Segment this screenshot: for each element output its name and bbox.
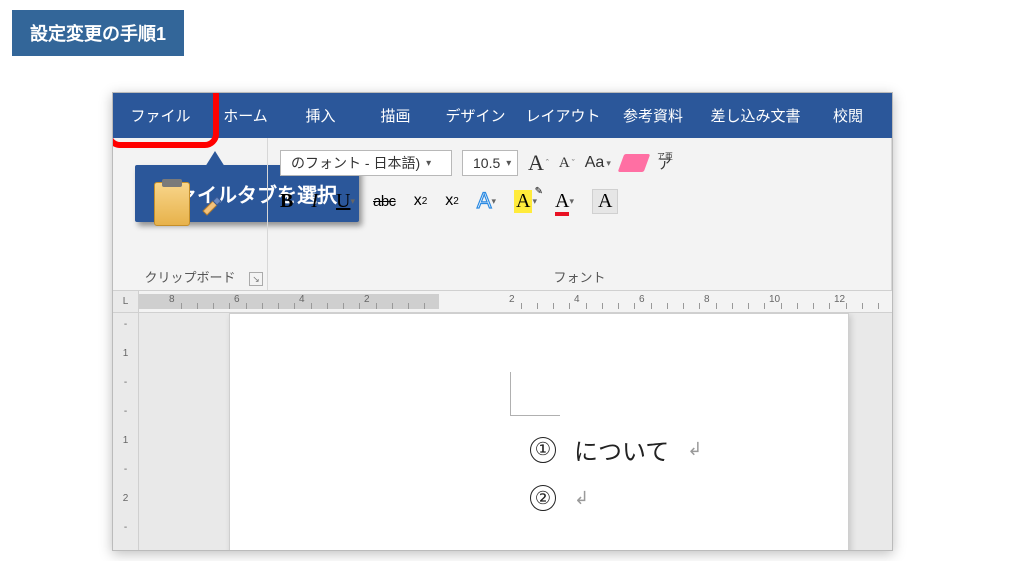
vruler-mark: 2	[123, 493, 129, 504]
clipboard-group-label: クリップボード	[121, 264, 259, 288]
tab-file[interactable]: ファイル	[113, 93, 208, 138]
horizontal-ruler[interactable]: L 8 6 4 2 2 4 6 8 10 12	[113, 291, 892, 313]
ruler-number: 2	[364, 294, 370, 305]
eraser-icon	[618, 154, 651, 172]
ruler-number: 8	[169, 294, 175, 305]
change-case-button[interactable]: Aa▾	[585, 154, 611, 172]
chevron-down-icon: ▾	[426, 158, 431, 169]
list-number-1: ①	[530, 437, 556, 463]
chevron-down-icon: ▾	[506, 158, 511, 169]
tab-mailings[interactable]: 差し込み文書	[698, 93, 813, 138]
font-color-button[interactable]: A▾	[555, 190, 574, 213]
vertical-ruler[interactable]: - 1 - - 1 - 2 -	[113, 313, 139, 550]
ruler-number: 8	[704, 294, 710, 305]
paste-icon[interactable]	[154, 182, 190, 226]
ruler-number: 4	[299, 294, 305, 305]
chevron-down-icon: ▾	[350, 196, 355, 207]
doc-text-1: について	[574, 432, 669, 467]
chevron-down-icon: ▾	[532, 196, 537, 207]
ribbon: クリップボード ↘ のフォント - 日本語) ▾ 10.5 ▾ Aˆ Aˇ Aa…	[113, 138, 892, 291]
subscript-button[interactable]: x2	[414, 192, 428, 210]
clipboard-dialog-launcher[interactable]: ↘	[249, 272, 263, 286]
page[interactable]: ① について ↲ ② ↲	[229, 313, 849, 550]
tab-references[interactable]: 参考資料	[608, 93, 698, 138]
ribbon-group-clipboard: クリップボード ↘	[113, 138, 268, 290]
clear-formatting-button[interactable]	[621, 154, 647, 172]
font-size-combo[interactable]: 10.5 ▾	[462, 150, 518, 176]
tab-insert[interactable]: 挿入	[283, 93, 358, 138]
format-painter-icon[interactable]	[198, 190, 226, 218]
ruler-number: 4	[574, 294, 580, 305]
font-group-label: フォント	[276, 264, 883, 288]
chevron-down-icon: ▾	[569, 196, 574, 207]
ruler-number: 6	[234, 294, 240, 305]
underline-button[interactable]: U▾	[336, 190, 355, 213]
bold-button[interactable]: B	[280, 190, 293, 213]
superscript-button[interactable]: x2	[445, 192, 459, 210]
phonetic-guide-button[interactable]: ア亜 ア	[657, 153, 673, 173]
tab-home[interactable]: ホーム	[208, 93, 283, 138]
italic-button[interactable]: I	[311, 190, 318, 213]
tab-layout[interactable]: レイアウト	[518, 93, 608, 138]
tab-review[interactable]: 校閲	[813, 93, 883, 138]
paragraph-mark-icon: ↲	[574, 488, 589, 509]
ruby-icon: ア亜 ア	[657, 153, 673, 173]
ruler-number: 6	[639, 294, 645, 305]
vruler-mark: -	[124, 377, 127, 388]
instruction-title: 設定変更の手順1	[12, 10, 184, 56]
strikethrough-button[interactable]: abc	[373, 193, 396, 210]
margin-corner-mark	[510, 372, 560, 416]
highlight-button[interactable]: A✎▾	[514, 190, 537, 213]
list-number-2: ②	[530, 485, 556, 511]
ruler-corner: L	[113, 291, 139, 312]
vruler-mark: -	[124, 406, 127, 417]
vruler-mark: -	[124, 522, 127, 533]
paragraph-mark-icon: ↲	[687, 439, 702, 460]
tab-design[interactable]: デザイン	[433, 93, 518, 138]
font-size-value: 10.5	[473, 155, 500, 171]
ruler-number: 2	[509, 294, 515, 305]
vruler-mark: -	[124, 464, 127, 475]
grow-font-button[interactable]: Aˆ	[528, 150, 549, 176]
shrink-font-button[interactable]: Aˇ	[559, 155, 575, 172]
ribbon-group-font: のフォント - 日本語) ▾ 10.5 ▾ Aˆ Aˇ Aa▾ ア亜 ア	[268, 138, 892, 290]
tab-draw[interactable]: 描画	[358, 93, 433, 138]
vruler-mark: -	[124, 319, 127, 330]
document-canvas[interactable]: ① について ↲ ② ↲	[139, 313, 892, 550]
ribbon-tabbar: ファイル ホーム 挿入 描画 デザイン レイアウト 参考資料 差し込み文書 校閲	[113, 93, 892, 138]
font-name-value: のフォント - 日本語)	[291, 153, 420, 173]
ruler-number: 10	[769, 294, 780, 305]
word-window: ファイル ホーム 挿入 描画 デザイン レイアウト 参考資料 差し込み文書 校閲…	[112, 92, 893, 551]
vruler-mark: 1	[123, 348, 129, 359]
font-name-combo[interactable]: のフォント - 日本語) ▾	[280, 150, 452, 176]
text-effects-button[interactable]: A▾	[477, 188, 496, 214]
vruler-mark: 1	[123, 435, 129, 446]
document-area: - 1 - - 1 - 2 - ① について ↲ ② ↲	[113, 313, 892, 550]
doc-line-2: ② ↲	[530, 485, 808, 511]
chevron-down-icon: ▾	[492, 196, 497, 207]
ruler-number: 12	[834, 294, 845, 305]
doc-line-1: ① について ↲	[530, 432, 808, 467]
character-shading-button[interactable]: A	[592, 189, 618, 214]
